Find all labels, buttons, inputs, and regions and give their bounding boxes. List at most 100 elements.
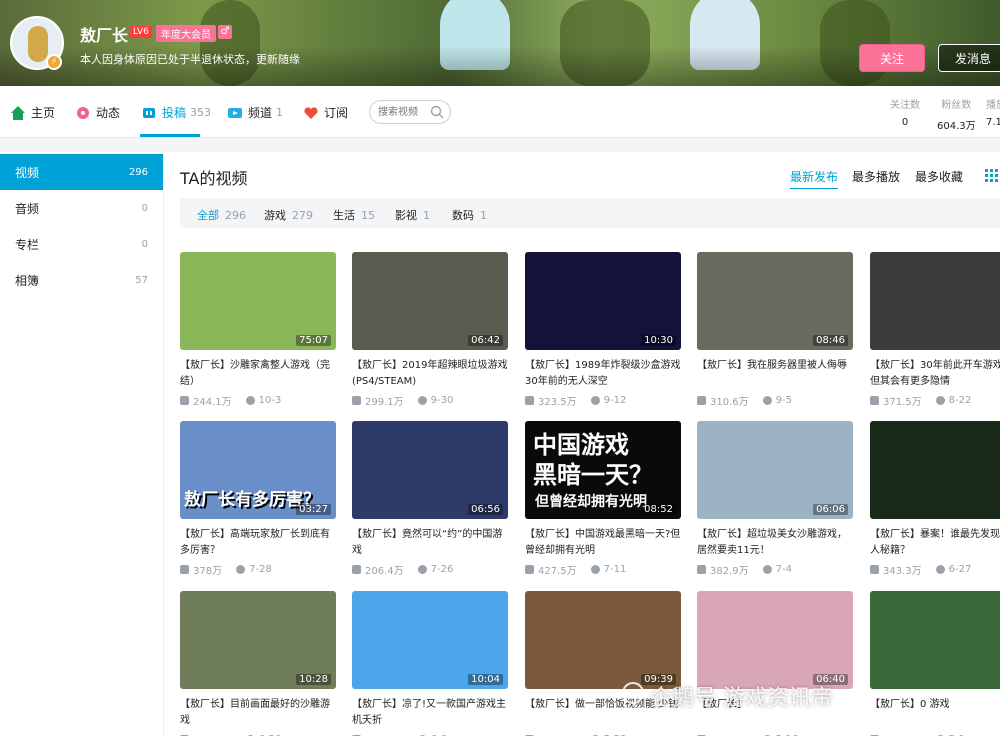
sort-most-played[interactable]: 最多播放	[852, 168, 900, 185]
video-title[interactable]: 【敖厂长】1989年炸裂级沙盒游戏 30年前的无人深空	[525, 358, 681, 390]
video-card[interactable]: 10:04 【敖厂长】凉了!又一款国产游戏主机夭折 306.2万6-6	[352, 591, 508, 736]
video-card[interactable]: 中国游戏 黑暗一天？ 但曾经却拥有光明 08:52 【敖厂长】中国游戏最黑暗一天?但曾经…	[525, 421, 681, 577]
video-meta: 310.6万 9-5	[697, 393, 853, 408]
vip-badge: 年度大会员	[156, 25, 216, 42]
sidebar-item-audio[interactable]: 音频 0	[0, 190, 163, 226]
level-badge: LV6	[130, 26, 152, 38]
home-icon	[11, 105, 25, 120]
video-card[interactable]: 10:30 【敖厂长】1989年炸裂级沙盒游戏 30年前的无人深空 323.5万 9-…	[525, 252, 681, 408]
search-input[interactable]	[378, 101, 434, 123]
video-thumbnail[interactable]: 10:30	[525, 252, 681, 350]
video-card[interactable]: 06:56 【敖厂长】竟然可以“约”的中国游戏 206.4万 7-26	[352, 421, 508, 577]
nav-dynamic[interactable]: 动态	[75, 104, 120, 121]
video-title[interactable]: 【敖厂长】沙雕家禽整人游戏（完结）	[180, 358, 336, 390]
nav-home[interactable]: 主页	[10, 104, 55, 121]
upload-date: 7-26	[430, 564, 454, 575]
filter-all[interactable]: 全部 296	[197, 207, 246, 223]
video-thumbnail[interactable]	[870, 252, 1000, 350]
filter-digital[interactable]: 数码 1	[452, 207, 487, 223]
play-count: 244.1万	[193, 397, 232, 408]
video-thumbnail[interactable]: 10:04	[352, 591, 508, 689]
video-title[interactable]: 【敖厂长】暴案！谁最先发现 罗30人秘籍？	[870, 527, 1000, 559]
video-card[interactable]: 敖厂长有多厉害？ 03:27 【敖厂长】高端玩家敖厂长到底有多厉害？ 378万 7-28	[180, 421, 336, 577]
video-title[interactable]: 【敖厂长】30年前此开车游戏 中国 但其会有更多隐情	[870, 358, 1000, 390]
sort-newest[interactable]: 最新发布	[790, 168, 839, 189]
search-icon[interactable]	[430, 105, 444, 119]
video-meta: 206.4万 7-26	[352, 562, 508, 577]
video-title[interactable]: 【敖厂长】目前画面最好的沙雕游戏	[180, 697, 336, 729]
follow-button[interactable]: 关注	[859, 44, 925, 72]
video-card[interactable]: 75:07 【敖厂长】沙雕家禽整人游戏（完结） 244.1万 10-3	[180, 252, 336, 408]
video-meta: 260.4万5-1	[870, 732, 1000, 736]
filter-games[interactable]: 游戏 279	[264, 207, 313, 223]
video-search[interactable]	[369, 100, 451, 124]
video-title[interactable]: 【敖厂长】中国游戏最黑暗一天?但曾经却拥有光明	[525, 527, 681, 559]
sidebar-item-video[interactable]: 视频 296	[0, 154, 163, 190]
play-count: 306.2万	[365, 732, 404, 736]
nav-channels[interactable]: 频道 1	[227, 104, 283, 121]
video-thumbnail[interactable]: 10:28	[180, 591, 336, 689]
nav-subscriptions[interactable]: 订阅	[303, 104, 348, 121]
clock-icon	[236, 565, 246, 574]
video-meta: 416.1万5-23	[525, 732, 681, 736]
clock-icon	[762, 396, 772, 405]
video-thumbnail[interactable]: 中国游戏 黑暗一天？ 但曾经却拥有光明 08:52	[525, 421, 681, 519]
play-count: 206.4万	[365, 566, 404, 577]
video-title[interactable]: 【敖厂长】高端玩家敖厂长到底有多厉害？	[180, 527, 336, 559]
video-card[interactable]: 1 【敖厂长】暴案！谁最先发现 罗30人秘籍？ 343.3万 6-27	[870, 421, 1000, 577]
video-card[interactable]: 06:42 【敖厂长】2019年超辣眼垃圾游戏(PS4/STEAM) 299.1万 9…	[352, 252, 508, 408]
video-card[interactable]: 08:46 【敖厂长】我在服务器里被人侮辱 310.6万 9-5	[697, 252, 853, 408]
nav-submissions[interactable]: 投稿 353	[141, 104, 211, 121]
video-card[interactable]: 0 【敖厂长】0 游戏 260.4万5-1	[870, 591, 1000, 736]
video-card[interactable]: 【敖厂长】30年前此开车游戏 中国 但其会有更多隐情 371.5万 8-22	[870, 252, 1000, 408]
video-thumbnail[interactable]: 06:42	[352, 252, 508, 350]
video-thumbnail[interactable]: 1	[870, 421, 1000, 519]
sidebar-item-albums[interactable]: 相簿 57	[0, 262, 163, 298]
play-count: 416.1万	[538, 732, 577, 736]
video-title[interactable]: 【敖厂长】2019年超辣眼垃圾游戏(PS4/STEAM)	[352, 358, 508, 390]
play-count-icon	[352, 565, 361, 574]
upload-date: 9-12	[603, 395, 627, 406]
video-card[interactable]: 06:40【敖厂长】397.4万5-16	[697, 591, 853, 736]
play-count-icon	[697, 565, 706, 574]
video-thumbnail[interactable]: 06:06	[697, 421, 853, 519]
video-title[interactable]: 【敖厂长】我在服务器里被人侮辱	[697, 358, 853, 390]
video-duration: 06:42	[468, 335, 503, 346]
video-thumbnail[interactable]: 敖厂长有多厉害？ 03:27	[180, 421, 336, 519]
video-card[interactable]: 09:39【敖厂长】做一部恰饭视频能 少钱416.1万5-23	[525, 591, 681, 736]
stat-followers[interactable]: 粉丝数 604.3万	[937, 96, 976, 132]
filter-life[interactable]: 生活 15	[333, 207, 375, 223]
video-duration: 10:28	[296, 674, 331, 685]
stat-following[interactable]: 关注数 0	[890, 96, 920, 128]
video-thumbnail[interactable]: 06:56	[352, 421, 508, 519]
play-count-icon	[870, 565, 879, 574]
video-card[interactable]: 10:28 【敖厂长】目前画面最好的沙雕游戏 497.7万6-20	[180, 591, 336, 736]
play-count: 427.5万	[538, 566, 577, 577]
video-title[interactable]: 【敖厂长】0 游戏	[870, 697, 1000, 729]
username: 敖厂长	[80, 26, 129, 45]
filter-film[interactable]: 影视 1	[395, 207, 430, 223]
video-title[interactable]: 【敖厂长】凉了!又一款国产游戏主机夭折	[352, 697, 508, 729]
video-thumbnail[interactable]: 75:07	[180, 252, 336, 350]
thumbnail-caption: 黑暗一天？	[533, 461, 653, 489]
grid-view-icon[interactable]	[985, 169, 999, 183]
flower-icon	[77, 106, 89, 119]
video-thumbnail[interactable]: 09:39	[525, 591, 681, 689]
video-meta: 371.5万 8-22	[870, 393, 1000, 408]
video-card[interactable]: 06:06 【敖厂长】超垃圾美女沙雕游戏，居然要卖11元！ 382.9万 7-4	[697, 421, 853, 577]
video-thumbnail[interactable]: 0	[870, 591, 1000, 689]
clock-icon	[762, 565, 772, 574]
video-title[interactable]: 【敖厂长】超垃圾美女沙雕游戏，居然要卖11元！	[697, 527, 853, 559]
section-title: TA的视频	[180, 169, 248, 188]
sidebar-item-articles[interactable]: 专栏 0	[0, 226, 163, 262]
video-meta: 497.7万6-20	[180, 732, 336, 736]
video-duration: 03:27	[296, 504, 331, 515]
video-duration: 08:46	[813, 335, 848, 346]
play-count-icon	[697, 396, 706, 405]
gender-icon: ♂	[218, 25, 232, 39]
sort-most-favorited[interactable]: 最多收藏	[915, 168, 963, 185]
video-thumbnail[interactable]: 08:46	[697, 252, 853, 350]
message-button[interactable]: 发消息	[938, 44, 1000, 72]
video-title[interactable]: 【敖厂长】竟然可以“约”的中国游戏	[352, 527, 508, 559]
video-thumbnail[interactable]: 06:40	[697, 591, 853, 689]
